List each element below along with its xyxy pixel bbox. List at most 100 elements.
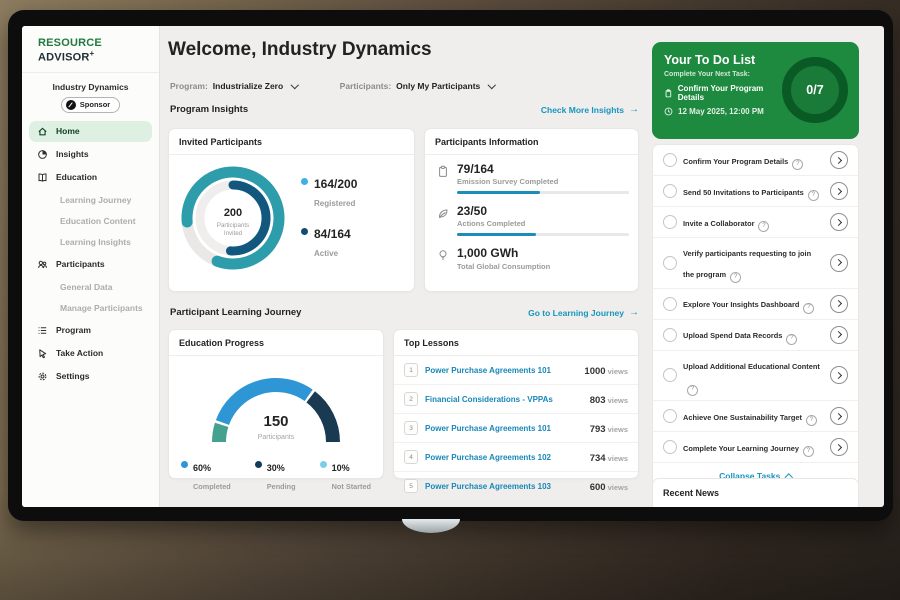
progress-bar — [457, 191, 629, 194]
sidebar-item-learning-insights[interactable]: Learning Insights — [29, 232, 152, 252]
card-title: Top Lessons — [394, 330, 638, 356]
completed-dot-icon — [181, 461, 188, 468]
task-row-achieve-target[interactable]: Achieve One Sustainability Target — [653, 401, 858, 432]
gauge-center-value: 150 — [263, 413, 288, 430]
sidebar-item-program[interactable]: Program — [29, 320, 152, 341]
task-open-button[interactable] — [830, 438, 848, 456]
sidebar-item-manage-participants[interactable]: Manage Participants — [29, 298, 152, 318]
task-row-upload-spend-data[interactable]: Upload Spend Data Records — [653, 320, 858, 351]
task-open-button[interactable] — [830, 151, 848, 169]
help-icon[interactable] — [808, 190, 819, 201]
lesson-title-link[interactable]: Power Purchase Agreements 101 — [425, 424, 583, 433]
task-open-button[interactable] — [830, 254, 848, 272]
sidebar-item-education-content[interactable]: Education Content — [29, 211, 152, 231]
lesson-title-link[interactable]: Power Purchase Agreements 103 — [425, 482, 583, 491]
cursor-action-icon — [37, 348, 48, 359]
task-open-button[interactable] — [830, 213, 848, 231]
task-open-button[interactable] — [830, 295, 848, 313]
task-checkbox[interactable] — [663, 328, 677, 342]
sidebar-item-settings[interactable]: Settings — [29, 366, 152, 387]
task-row-complete-learning-journey[interactable]: Complete Your Learning Journey — [653, 432, 858, 463]
task-checkbox[interactable] — [663, 297, 677, 311]
logo-plus: + — [90, 49, 95, 58]
lesson-rank: 2 — [404, 392, 418, 406]
lesson-row[interactable]: 3 Power Purchase Agreements 101 793views — [394, 414, 638, 443]
sidebar-item-participants[interactable]: Participants — [29, 254, 152, 275]
sidebar-item-general-data[interactable]: General Data — [29, 277, 152, 297]
sidebar-item-label: Settings — [56, 371, 90, 381]
lesson-row[interactable]: 2 Financial Considerations - VPPAs 803vi… — [394, 385, 638, 414]
stat-value: 79/164 — [457, 163, 629, 176]
program-value: Industrialize Zero — [213, 81, 283, 91]
progress-bar-fill — [457, 233, 536, 236]
lesson-row[interactable]: 4 Power Purchase Agreements 102 734views — [394, 443, 638, 472]
lesson-views: 803 — [590, 395, 606, 406]
chevron-right-icon — [835, 187, 842, 194]
chevron-right-icon — [835, 259, 842, 266]
participants-information-card: Participants Information 79/164 Emission… — [424, 128, 639, 292]
task-row-explore-insights[interactable]: Explore Your Insights Dashboard — [653, 289, 858, 320]
sidebar-item-take-action[interactable]: Take Action — [29, 343, 152, 364]
help-icon[interactable] — [687, 385, 698, 396]
task-label: Explore Your Insights Dashboard — [683, 300, 799, 309]
users-icon — [37, 259, 48, 270]
task-open-button[interactable] — [830, 407, 848, 425]
registered-dot-icon — [301, 178, 308, 185]
help-icon[interactable] — [792, 159, 803, 170]
task-checkbox[interactable] — [663, 368, 677, 382]
task-open-button[interactable] — [830, 182, 848, 200]
registered-value: 164/200 — [314, 177, 357, 191]
sidebar-item-insights[interactable]: Insights — [29, 144, 152, 165]
help-icon[interactable] — [806, 415, 817, 426]
lesson-rank: 1 — [404, 363, 418, 377]
program-dropdown[interactable]: Program: Industrialize Zero — [170, 81, 298, 91]
task-open-button[interactable] — [830, 326, 848, 344]
stat-label: Actions Completed — [457, 219, 629, 228]
task-checkbox[interactable] — [663, 440, 677, 454]
donut-legend: 164/200Registered 84/164Active — [301, 175, 357, 261]
task-row-upload-educational-content[interactable]: Upload Additional Educational Content — [653, 351, 858, 402]
progress-bar — [457, 233, 629, 236]
check-more-insights-link[interactable]: Check More Insights — [541, 104, 639, 115]
task-row-send-invitations[interactable]: Send 50 Invitations to Participants — [653, 176, 858, 207]
help-icon[interactable] — [803, 303, 814, 314]
help-icon[interactable] — [758, 221, 769, 232]
lesson-title-link[interactable]: Power Purchase Agreements 101 — [425, 366, 577, 375]
section-title-learning-journey: Participant Learning Journey — [170, 307, 301, 318]
views-suffix: views — [608, 396, 628, 405]
task-checkbox[interactable] — [663, 184, 677, 198]
sidebar-item-learning-journey[interactable]: Learning Journey — [29, 190, 152, 210]
task-row-invite-collaborator[interactable]: Invite a Collaborator — [653, 207, 858, 238]
sidebar-item-home[interactable]: Home — [29, 121, 152, 142]
completed-value: 60% — [193, 463, 211, 473]
task-checkbox[interactable] — [663, 256, 677, 270]
lesson-row[interactable]: 5 Power Purchase Agreements 103 600views — [394, 472, 638, 500]
task-label: Achieve One Sustainability Target — [683, 413, 802, 422]
chevron-right-icon — [835, 413, 842, 420]
sidebar-item-label: Education — [56, 172, 97, 182]
legend-item-not-started: 10%Not Started — [320, 458, 371, 494]
task-open-button[interactable] — [830, 366, 848, 384]
lesson-views: 1000 — [584, 366, 605, 377]
task-checkbox[interactable] — [663, 153, 677, 167]
task-label: Confirm Your Program Details — [683, 157, 788, 166]
participants-label: Participants: — [340, 81, 392, 91]
task-checkbox[interactable] — [663, 409, 677, 423]
participants-dropdown[interactable]: Participants: Only My Participants — [340, 81, 495, 91]
go-to-learning-journey-link[interactable]: Go to Learning Journey — [528, 307, 639, 318]
task-row-verify-participants[interactable]: Verify participants requesting to join t… — [653, 238, 858, 289]
lesson-title-link[interactable]: Financial Considerations - VPPAs — [425, 395, 583, 404]
task-row-confirm-program[interactable]: Confirm Your Program Details — [653, 145, 858, 176]
task-checkbox[interactable] — [663, 215, 677, 229]
legend-item-registered: 164/200Registered — [301, 175, 357, 211]
invited-donut-chart: 200 Participants Invited — [177, 162, 289, 274]
sidebar-item-education[interactable]: Education — [29, 167, 152, 188]
help-icon[interactable] — [803, 446, 814, 457]
sidebar-item-label: Program — [56, 325, 91, 335]
invited-participants-card: Invited Participants 200 Participants In… — [168, 128, 415, 292]
card-title: Participants Information — [425, 129, 638, 155]
lesson-row[interactable]: 1 Power Purchase Agreements 101 1000view… — [394, 356, 638, 385]
lesson-title-link[interactable]: Power Purchase Agreements 102 — [425, 453, 583, 462]
help-icon[interactable] — [730, 272, 741, 283]
help-icon[interactable] — [786, 334, 797, 345]
